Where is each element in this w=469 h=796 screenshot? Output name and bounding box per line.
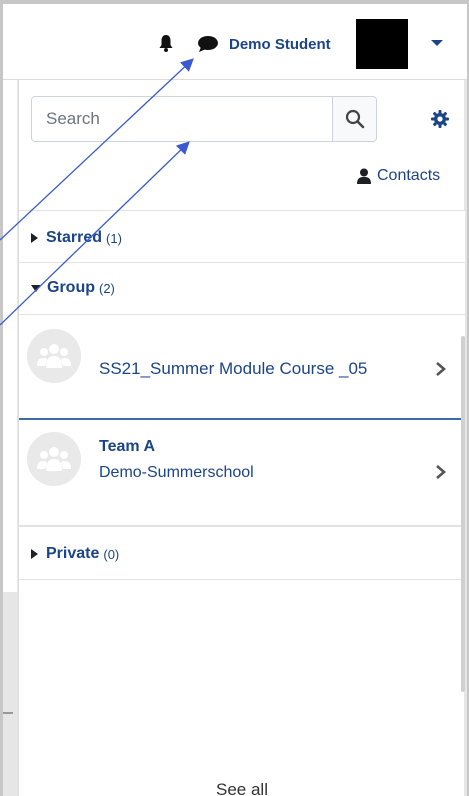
page-content-edge — [3, 80, 17, 592]
section-label: Starred — [46, 229, 103, 246]
chevron-right-icon[interactable] — [435, 361, 447, 377]
conversation-title: SS21_Summer Module Course _05 — [99, 359, 368, 378]
section-header[interactable]: Group (2) — [19, 263, 465, 313]
divider — [3, 712, 13, 714]
list-item[interactable]: Team A Demo-Summerschool — [19, 422, 465, 526]
section-count: (2) — [99, 280, 115, 296]
caret-right-icon — [31, 549, 38, 559]
caret-right-icon — [31, 233, 38, 243]
list-item[interactable]: SS21_Summer Module Course _05 — [19, 314, 465, 420]
search-button[interactable] — [332, 97, 376, 141]
message-drawer: Contacts Starred (1) Group (2) — [18, 80, 465, 796]
conversation-subtitle: Demo-Summerschool — [99, 464, 254, 481]
section-group[interactable]: Group (2) — [19, 262, 465, 314]
chevron-right-icon[interactable] — [435, 464, 447, 480]
section-private[interactable]: Private (0) — [19, 526, 465, 580]
section-count: (1) — [106, 230, 122, 246]
see-all-link[interactable]: See all — [19, 780, 465, 796]
search-input[interactable] — [32, 97, 332, 141]
scrollbar[interactable] — [461, 336, 465, 692]
caret-down-icon[interactable] — [431, 40, 443, 46]
group-avatar-icon — [27, 432, 81, 486]
section-header[interactable]: Private (0) — [19, 527, 465, 581]
contacts-link[interactable]: Contacts — [357, 166, 440, 186]
search-icon — [345, 109, 364, 129]
section-header[interactable]: Starred (1) — [19, 211, 465, 265]
section-label: Private — [46, 545, 100, 562]
group-avatar-icon — [27, 329, 81, 383]
user-name[interactable]: Demo Student — [229, 36, 331, 53]
chat-icon[interactable] — [197, 35, 219, 53]
section-starred[interactable]: Starred (1) — [19, 210, 465, 265]
search-box — [31, 96, 377, 142]
conversation-title: Team A — [99, 438, 156, 455]
section-count: (0) — [103, 546, 120, 562]
top-navbar: Demo Student — [3, 4, 467, 80]
user-icon — [357, 168, 371, 184]
caret-down-icon — [31, 284, 41, 292]
avatar[interactable] — [356, 19, 408, 69]
contacts-label: Contacts — [377, 167, 441, 184]
gear-icon[interactable] — [431, 110, 449, 128]
section-label: Group — [47, 279, 95, 296]
bell-icon[interactable] — [159, 34, 173, 52]
